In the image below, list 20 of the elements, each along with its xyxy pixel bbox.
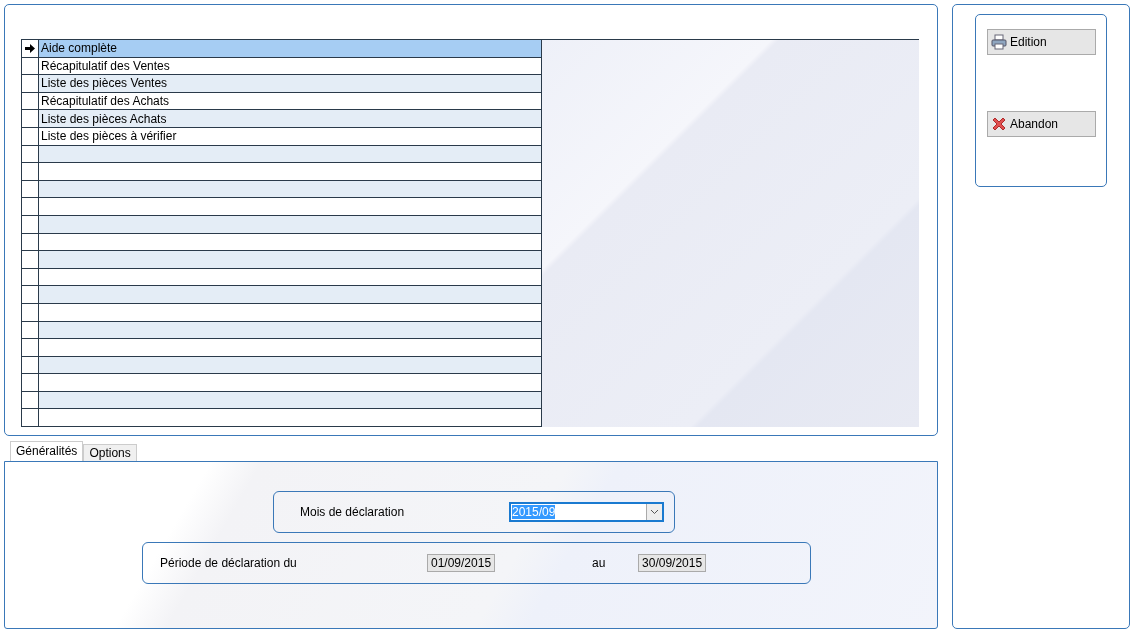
- action-button[interactable]: Edition: [987, 29, 1096, 55]
- row-header[interactable]: [22, 40, 39, 57]
- row-header[interactable]: [22, 110, 39, 127]
- date-field[interactable]: 01/09/2015: [427, 554, 496, 572]
- row-header[interactable]: [22, 75, 39, 92]
- chevron-down-icon: [650, 509, 659, 515]
- to-label: au: [592, 556, 607, 570]
- cross-icon: [991, 116, 1007, 132]
- date-field[interactable]: 30/09/2015: [638, 554, 707, 572]
- month-label: Mois de déclaration: [300, 505, 406, 519]
- tab[interactable]: Généralités: [10, 441, 84, 461]
- row-header[interactable]: [22, 286, 39, 303]
- list-item[interactable]: Récapitulatif des Achats: [39, 92, 541, 110]
- list-item[interactable]: Récapitulatif des Ventes: [39, 57, 541, 75]
- list-item[interactable]: Liste des pièces à vérifier: [39, 127, 541, 145]
- row-header[interactable]: [22, 251, 39, 268]
- action-button[interactable]: Abandon: [987, 111, 1096, 137]
- printer-icon: [991, 34, 1007, 50]
- tab[interactable]: Options: [83, 444, 137, 461]
- period-label: Période de déclaration du: [160, 556, 298, 570]
